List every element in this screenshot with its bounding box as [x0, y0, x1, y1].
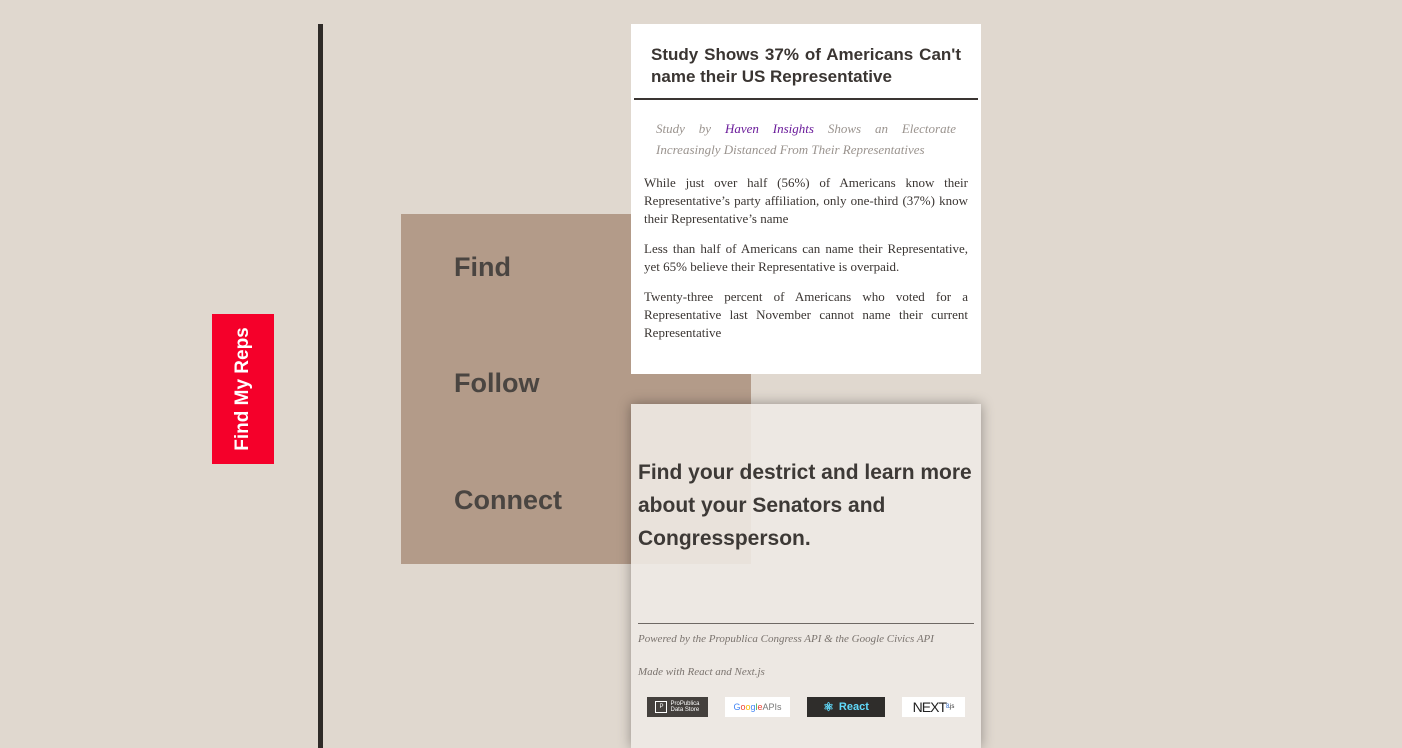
find-my-reps-label: Find My Reps — [232, 327, 254, 451]
vertical-divider — [318, 24, 323, 748]
google-logo-icon: Google — [733, 702, 763, 712]
powered-by-text: Powered by the Propublica Congress API &… — [638, 633, 934, 645]
menu-item-follow[interactable]: Follow — [454, 368, 539, 399]
article-paragraph: While just over half (56%) of Americans … — [644, 175, 968, 226]
google-apis-label: APIs — [762, 702, 782, 712]
subtitle-prefix: Study by — [656, 121, 712, 136]
article-subtitle: Study by Haven Insights Shows an Elector… — [656, 118, 956, 160]
card-heading: Find your destrict and learn more about … — [638, 461, 972, 550]
haven-insights-link[interactable]: Haven Insights — [725, 121, 814, 136]
react-label: React — [838, 701, 869, 713]
card-divider — [638, 623, 974, 624]
article-title: Study Shows 37% of Americans Can't name … — [651, 45, 961, 86]
nextjs-badge[interactable]: NEXT 8 .js — [902, 697, 965, 717]
info-card: Find your destrict and learn more about … — [631, 404, 981, 748]
menu-item-find[interactable]: Find — [454, 252, 511, 283]
menu-item-connect[interactable]: Connect — [454, 485, 562, 516]
next-label: NEXT — [912, 699, 947, 715]
article-card: Study Shows 37% of Americans Can't name … — [631, 24, 981, 374]
find-my-reps-button[interactable]: Find My Reps — [212, 314, 274, 464]
google-apis-badge[interactable]: Google APIs — [725, 697, 790, 717]
react-atom-icon: ⚛ — [823, 700, 834, 714]
react-badge[interactable]: ⚛ React — [807, 697, 885, 717]
article-paragraph: Less than half of Americans can name the… — [644, 241, 968, 274]
article-paragraph: Twenty-three percent of Americans who vo… — [644, 289, 968, 340]
propublica-line2: Data Store — [670, 707, 700, 713]
made-with-text: Made with React and Next.js — [638, 666, 765, 678]
article-title-divider — [634, 98, 978, 100]
propublica-badge[interactable]: P ProPublica Data Store — [647, 697, 708, 717]
next-suffix: .js — [948, 704, 955, 710]
propublica-logo-icon: P — [655, 701, 668, 713]
